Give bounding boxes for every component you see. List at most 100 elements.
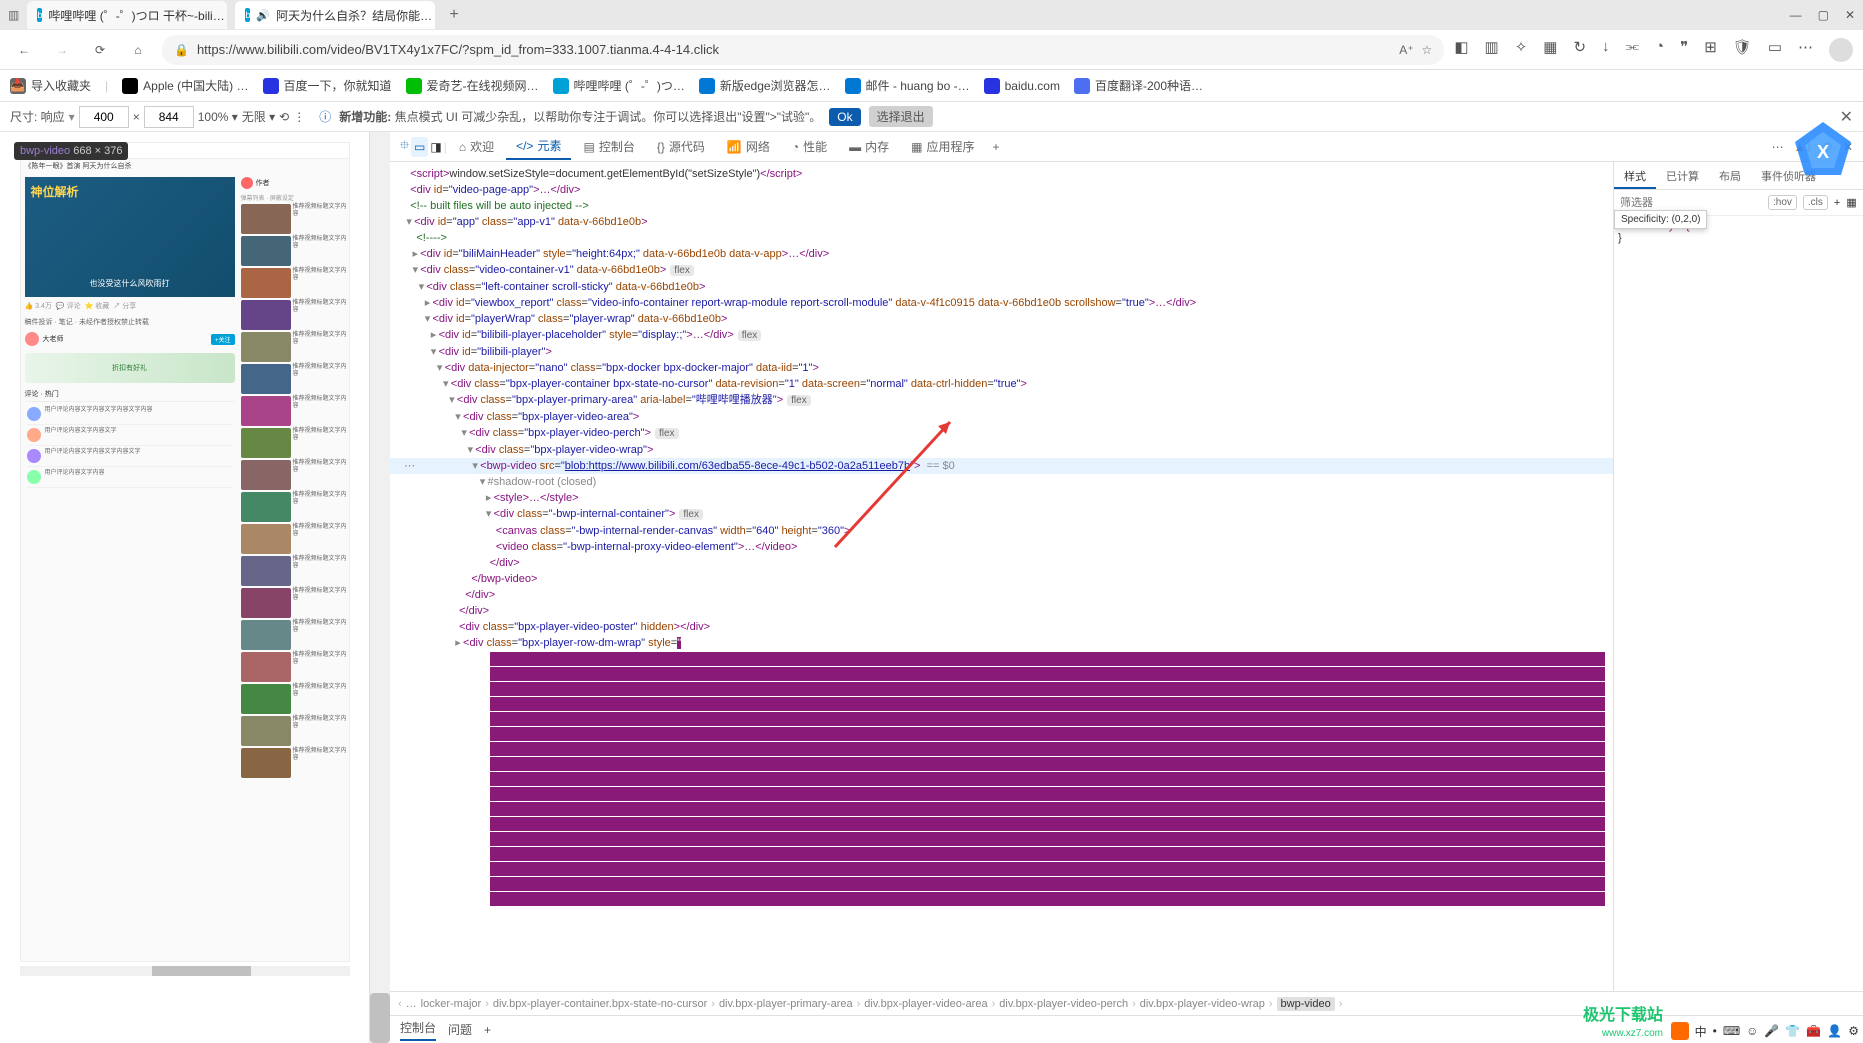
- more-icon[interactable]: ⋯: [1772, 140, 1784, 154]
- add-rule-icon[interactable]: +: [1834, 197, 1840, 209]
- browser-tab-1[interactable]: b 哔哩哔哩 (゜-゜)つロ 干杯~-bili… ×: [27, 1, 227, 29]
- drawer-add[interactable]: +: [484, 1023, 491, 1037]
- watermark-url: www.xz7.com: [1602, 1028, 1663, 1039]
- inspect-icon[interactable]: ⯐: [400, 136, 409, 157]
- cls-toggle[interactable]: .cls: [1803, 195, 1828, 210]
- specificity-tooltip: Specificity: (0,2,0): [1614, 210, 1707, 229]
- ime-toolbox-icon[interactable]: 🧰: [1806, 1024, 1821, 1038]
- computed-tab[interactable]: 已计算: [1656, 162, 1709, 189]
- watermark-logo: X: [1793, 120, 1853, 180]
- preview-scrollbar[interactable]: [370, 132, 390, 1043]
- bilibili-favicon: b: [245, 8, 250, 22]
- tab-application[interactable]: ▦应用程序: [901, 134, 984, 159]
- favorites-icon[interactable]: ✧: [1515, 38, 1528, 62]
- tab-title: 哔哩哔哩 (゜-゜)つロ 干杯~-bili…: [48, 7, 224, 24]
- bookmark-bilibili[interactable]: 哔哩哔哩 (゜-゜)つ…: [553, 77, 685, 94]
- shield-icon[interactable]: 🛡: [1733, 38, 1752, 62]
- sidebar-icon[interactable]: ▥: [1485, 38, 1499, 62]
- overflow-tabs-icon[interactable]: ▥: [8, 8, 19, 22]
- flex-icon[interactable]: ▦: [1846, 196, 1856, 209]
- new-tab-button[interactable]: +: [443, 6, 464, 24]
- device-preview: bwp-video 668 × 376 《陈年一眼》首演 阿天为什么自杀 神位解…: [0, 132, 370, 1043]
- rotate-icon[interactable]: ⟲: [279, 110, 289, 124]
- reader-icon[interactable]: A⁺: [1399, 43, 1413, 57]
- close-window-icon[interactable]: ✕: [1845, 8, 1855, 22]
- maximize-icon[interactable]: ▢: [1818, 8, 1829, 22]
- home-button[interactable]: ⌂: [124, 36, 152, 64]
- app-icon[interactable]: ⫘: [1626, 38, 1640, 62]
- bookmark-mail[interactable]: 邮件 - huang bo -…: [845, 77, 970, 94]
- import-bookmarks[interactable]: 📥导入收藏夹: [10, 77, 91, 94]
- ime-zh[interactable]: 中: [1695, 1023, 1707, 1040]
- star-icon[interactable]: ☆: [1422, 43, 1433, 57]
- zoom-select[interactable]: 100% ▾: [198, 110, 238, 124]
- hov-toggle[interactable]: :hov: [1768, 195, 1797, 210]
- bookmark-apple[interactable]: Apple (中国大陆) …: [122, 77, 248, 94]
- tab-network[interactable]: 📶网络: [717, 134, 780, 159]
- ok-button[interactable]: Ok: [829, 108, 860, 126]
- quote-icon[interactable]: ❞: [1680, 38, 1688, 62]
- bilibili-favicon: b: [37, 8, 42, 22]
- tab-title: 阿天为什么自杀？结局你能…: [276, 7, 432, 24]
- ime-keyboard-icon[interactable]: ⌨: [1723, 1024, 1740, 1038]
- tab-elements[interactable]: </>元素: [506, 133, 571, 160]
- history-icon[interactable]: ↻: [1573, 38, 1586, 62]
- bookmark-fanyi[interactable]: 百度翻译-200种语…: [1074, 77, 1203, 94]
- add-tab-icon[interactable]: +: [986, 140, 1005, 154]
- more-icon[interactable]: ⋮: [293, 110, 305, 124]
- ime-gear-icon[interactable]: ⚙: [1848, 1024, 1859, 1038]
- bookmark-edge[interactable]: 新版edge浏览器怎…: [699, 77, 831, 94]
- downloads-icon[interactable]: ↓: [1602, 38, 1610, 62]
- profile-icon[interactable]: [1829, 38, 1853, 62]
- svg-text:X: X: [1817, 142, 1829, 162]
- ime-emoji-icon[interactable]: ☺: [1746, 1024, 1758, 1038]
- ad-banner[interactable]: 折扣有好礼: [25, 353, 235, 383]
- ime-punct[interactable]: •: [1713, 1024, 1717, 1038]
- info-icon: ⓘ: [319, 108, 331, 125]
- tab-sources[interactable]: {}源代码: [647, 134, 715, 159]
- element-tooltip: bwp-video 668 × 376: [14, 142, 128, 160]
- device-toggle-icon[interactable]: ▭: [411, 137, 428, 157]
- dock-icon[interactable]: ◨: [430, 140, 441, 154]
- forward-button[interactable]: →: [48, 36, 76, 64]
- watermark-brand: 极光下载站: [1583, 1001, 1663, 1025]
- drawer-issues[interactable]: 问题: [448, 1021, 472, 1038]
- exit-button[interactable]: 选择退出: [869, 106, 933, 127]
- performance-icon[interactable]: ◔: [1655, 38, 1664, 62]
- ime-skin-icon[interactable]: 👕: [1785, 1024, 1800, 1038]
- extensions-icon[interactable]: ⊞: [1704, 38, 1717, 62]
- video-player[interactable]: 神位解析 也没受这什么风吹雨打: [25, 177, 235, 297]
- browser-tab-2[interactable]: b 🔊 阿天为什么自杀？结局你能… ×: [235, 1, 435, 29]
- refresh-button[interactable]: ⟳: [86, 36, 114, 64]
- height-input[interactable]: [144, 106, 194, 128]
- ime-statusbar: 中 • ⌨ ☺ 🎤 👕 🧰 👤 ⚙: [1667, 1019, 1863, 1043]
- split-icon[interactable]: ◧: [1454, 38, 1468, 62]
- infobar-text: 新增功能: 焦点模式 UI 可减少杂乱，以帮助你专注于调试。你可以选择退出"设置…: [339, 108, 821, 125]
- dom-tree[interactable]: <script>window.setSizeStyle=document.get…: [390, 162, 1613, 991]
- throttle-select[interactable]: 无限 ▾: [242, 108, 275, 125]
- width-input[interactable]: [79, 106, 129, 128]
- address-bar[interactable]: 🔒 https://www.bilibili.com/video/BV1TX4y…: [162, 35, 1444, 65]
- styles-panel: 样式 已计算 布局 事件侦听器 :hov .cls + ▦ 🖶 Specific…: [1613, 162, 1863, 991]
- layout-tab[interactable]: 布局: [1709, 162, 1751, 189]
- responsive-label[interactable]: 尺寸: 响应: [10, 108, 65, 125]
- sogou-icon[interactable]: [1671, 1022, 1689, 1040]
- collections-icon[interactable]: ▦: [1543, 38, 1557, 62]
- bookmark-baidu[interactable]: 百度一下，你就知道: [263, 77, 392, 94]
- drawer-console[interactable]: 控制台: [400, 1019, 436, 1041]
- tab-console[interactable]: ▤控制台: [573, 134, 644, 159]
- bookmark-baidu2[interactable]: baidu.com: [984, 78, 1060, 94]
- ime-user-icon[interactable]: 👤: [1827, 1024, 1842, 1038]
- bookmark-iqiyi[interactable]: 爱奇艺-在线视频网…: [406, 77, 539, 94]
- minimize-icon[interactable]: —: [1790, 8, 1802, 22]
- ime-mic-icon[interactable]: 🎤: [1764, 1024, 1779, 1038]
- tab-performance[interactable]: ◔性能: [782, 134, 837, 159]
- tab-welcome[interactable]: ⌂欢迎: [449, 134, 504, 159]
- styles-tab[interactable]: 样式: [1614, 162, 1656, 189]
- tab-memory[interactable]: ▬内存: [839, 134, 899, 159]
- lock-icon: 🔒: [174, 43, 189, 57]
- back-button[interactable]: ←: [10, 36, 38, 64]
- more-icon[interactable]: ⋯: [1798, 38, 1813, 62]
- filter-input[interactable]: [1620, 197, 1762, 209]
- mobile-icon[interactable]: ▭: [1768, 38, 1782, 62]
